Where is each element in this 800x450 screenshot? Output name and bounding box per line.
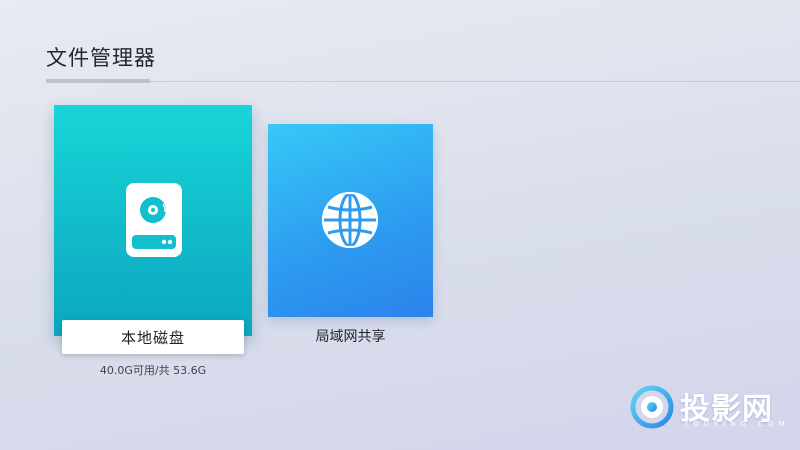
- title-underline: [46, 79, 150, 83]
- hard-drive-icon: [126, 183, 182, 257]
- header-divider: [46, 81, 800, 82]
- lan-share-label[interactable]: 局域网共享: [268, 326, 433, 346]
- globe-icon: [322, 192, 378, 248]
- watermark-subtext: TOUYING.COM: [684, 420, 790, 428]
- page-title: 文件管理器: [46, 46, 156, 70]
- storage-info: 40.0G可用/共 53.6G: [99, 364, 207, 377]
- watermark: 投影网 TOUYING.COM: [630, 383, 790, 433]
- local-disk-label[interactable]: 本地磁盘: [62, 320, 244, 354]
- touying-logo-icon: [630, 385, 674, 429]
